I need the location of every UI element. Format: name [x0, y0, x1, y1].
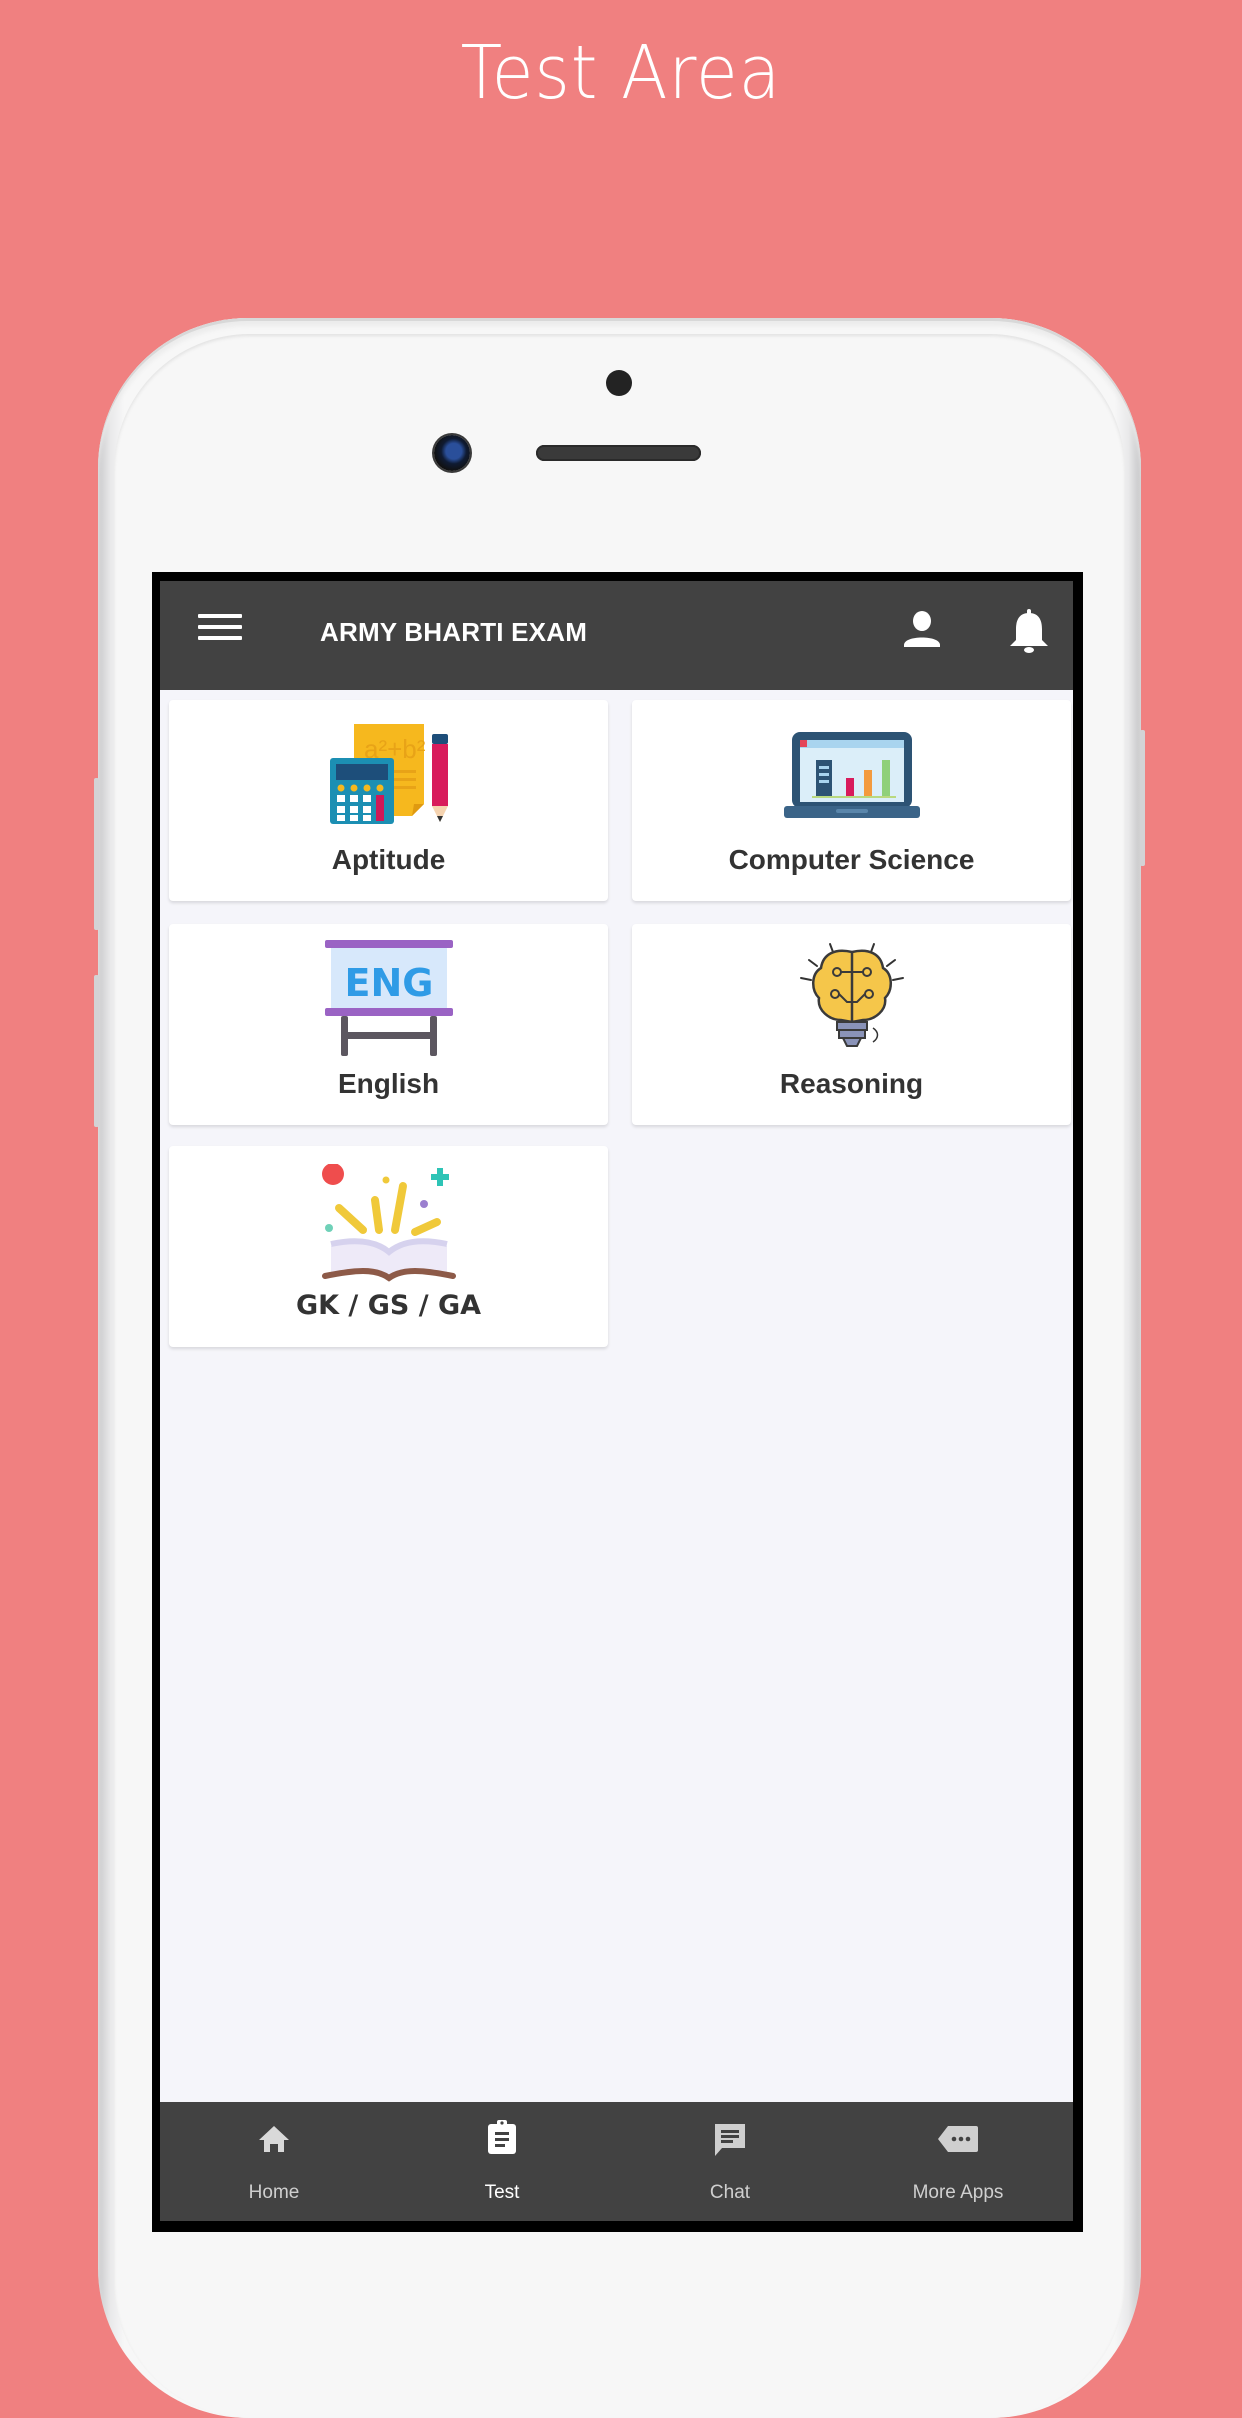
- nav-item-chat[interactable]: Chat: [616, 2102, 844, 2221]
- chat-icon: [712, 2122, 748, 2163]
- svg-text:ENG: ENG: [344, 961, 433, 1005]
- hamburger-menu-icon[interactable]: [198, 614, 242, 640]
- app-title: ARMY BHARTI EXAM: [320, 617, 588, 647]
- phone-side-button-left-1: [94, 778, 99, 930]
- eng-board-icon: ENG: [321, 940, 457, 1061]
- calculator-formula-icon: a²+b²: [328, 722, 450, 831]
- open-book-icon: [319, 1163, 459, 1287]
- more-apps-icon: [936, 2124, 980, 2159]
- category-label: Computer Science: [728, 844, 975, 875]
- app-screen: ARMY BHARTI EXAM a²+b² Aptitude Computer…: [160, 581, 1073, 2221]
- bottom-navigation: Home Test Chat More Apps: [160, 2102, 1073, 2221]
- laptop-chart-icon: [783, 730, 920, 827]
- front-camera: [434, 435, 470, 471]
- nav-label: More Apps: [912, 2182, 1004, 2203]
- earpiece-speaker: [536, 445, 701, 461]
- category-label: English: [337, 1068, 440, 1099]
- app-bar: ARMY BHARTI EXAM: [160, 581, 1073, 690]
- nav-item-home[interactable]: Home: [160, 2102, 388, 2221]
- nav-label: Home: [248, 2182, 300, 2203]
- person-icon[interactable]: [900, 611, 944, 651]
- category-card-aptitude[interactable]: a²+b² Aptitude: [169, 700, 608, 901]
- bell-icon[interactable]: [1005, 607, 1053, 655]
- category-label: Reasoning: [779, 1068, 924, 1099]
- category-label: Aptitude: [331, 844, 446, 875]
- home-icon: [257, 2124, 291, 2159]
- phone-side-button-right: [1140, 730, 1145, 866]
- category-card-reasoning[interactable]: Reasoning: [632, 924, 1071, 1125]
- category-card-gk-gs-ga[interactable]: GK / GS / GA: [169, 1146, 608, 1347]
- clipboard-icon: [485, 2119, 519, 2160]
- proximity-sensor: [606, 370, 632, 396]
- category-label: GK / GS / GA: [295, 1290, 482, 1321]
- nav-label: Test: [484, 2182, 520, 2203]
- category-card-english[interactable]: ENG English: [169, 924, 608, 1125]
- phone-side-button-left-2: [94, 975, 99, 1127]
- brain-bulb-icon: [797, 942, 907, 1059]
- category-card-computer-science[interactable]: Computer Science: [632, 700, 1071, 901]
- nav-label: Chat: [709, 2182, 751, 2203]
- promo-title: Test Area: [460, 30, 782, 116]
- nav-item-test[interactable]: Test: [388, 2102, 616, 2221]
- nav-item-more-apps[interactable]: More Apps: [844, 2102, 1072, 2221]
